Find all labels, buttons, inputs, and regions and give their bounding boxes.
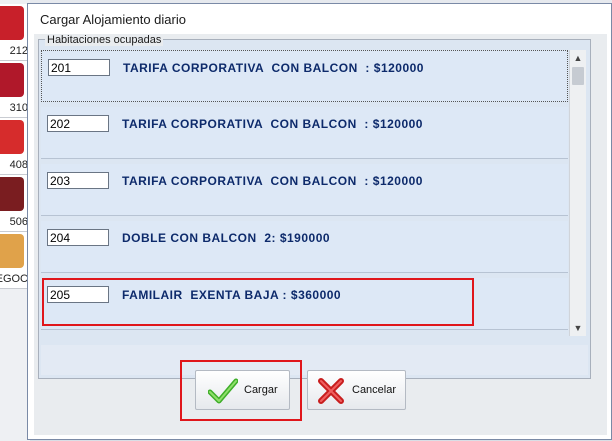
dollar-icon: [0, 120, 24, 154]
room-rate-label: DOBLE CON BALCON 2: $190000: [122, 231, 331, 245]
background-tile-1[interactable]: 212: [0, 4, 30, 61]
room-number-field[interactable]: 201: [48, 59, 110, 76]
scrollbar-thumb[interactable]: [572, 67, 584, 85]
background-tile-4[interactable]: 506: [0, 175, 30, 232]
load-button-label: Cargar: [244, 384, 278, 396]
dialog-body: Habitaciones ocupadas 201 TARIFA CORPORA…: [34, 34, 607, 435]
room-number-field[interactable]: 202: [47, 115, 109, 132]
checkmark-icon: [208, 378, 238, 404]
background-app-strip: 212 310 408 506 IEGOC: [0, 0, 30, 441]
scroll-down-icon[interactable]: ▼: [570, 320, 586, 336]
room-list-scrollbar[interactable]: ▲ ▼: [569, 50, 586, 336]
room-row[interactable]: 204 DOBLE CON BALCON 2: $190000: [41, 221, 568, 273]
room-status-icon: [0, 6, 24, 40]
scroll-up-icon[interactable]: ▲: [570, 50, 586, 66]
tile-number: 212: [9, 45, 28, 57]
room-row[interactable]: 203 TARIFA CORPORATIVA CON BALCON : $120…: [41, 164, 568, 216]
room-number-field[interactable]: 204: [47, 229, 109, 246]
tile-number: 408: [9, 159, 28, 171]
cancel-button[interactable]: Cancelar: [307, 370, 406, 410]
room-rate-label: TARIFA CORPORATIVA CON BALCON : $120000: [122, 174, 423, 188]
room-row[interactable]: 201 TARIFA CORPORATIVA CON BALCON : $120…: [41, 50, 568, 102]
occupied-rooms-group: Habitaciones ocupadas 201 TARIFA CORPORA…: [38, 34, 591, 379]
business-icon: [0, 234, 24, 268]
cancel-button-label: Cancelar: [352, 384, 397, 396]
tile-label: IEGOC: [0, 273, 28, 285]
group-label: Habitaciones ocupadas: [45, 34, 164, 46]
title-bar[interactable]: Cargar Alojamiento diario: [28, 4, 611, 34]
room-205-highlight: [42, 278, 474, 326]
dialog-title: Cargar Alojamiento diario: [40, 12, 186, 27]
load-button[interactable]: Cargar: [195, 370, 290, 410]
background-tile-5[interactable]: IEGOC: [0, 232, 30, 289]
background-tile-3[interactable]: 408: [0, 118, 30, 175]
tile-number: 310: [9, 102, 28, 114]
room-rate-label: TARIFA CORPORATIVA CON BALCON : $120000: [123, 61, 424, 75]
tile-number: 506: [9, 216, 28, 228]
room-number-field[interactable]: 203: [47, 172, 109, 189]
load-daily-stay-dialog: Cargar Alojamiento diario Habitaciones o…: [27, 3, 612, 440]
room-row[interactable]: 202 TARIFA CORPORATIVA CON BALCON : $120…: [41, 107, 568, 159]
close-icon: [318, 378, 344, 404]
room-rate-label: TARIFA CORPORATIVA CON BALCON : $120000: [122, 117, 423, 131]
background-tile-2[interactable]: 310: [0, 61, 30, 118]
room-status-icon: [0, 63, 24, 97]
calendar-icon: [0, 177, 24, 211]
